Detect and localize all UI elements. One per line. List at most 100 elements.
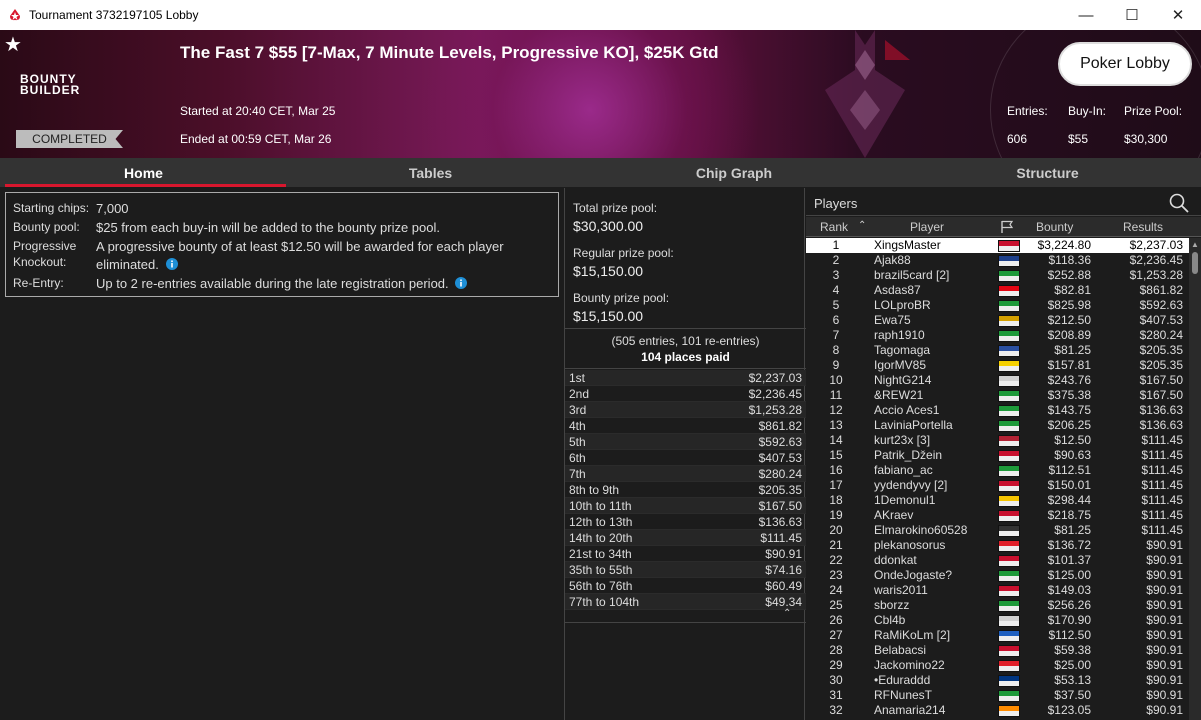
player-result: $111.45 [1141,508,1183,522]
info-icon[interactable] [455,277,468,289]
tab-tables[interactable]: Tables [287,158,574,188]
player-row[interactable]: 13 LaviniaPortella $206.25 $136.63 [806,418,1190,433]
player-rank: 16 [829,463,843,477]
player-row[interactable]: 29 Jackomino22 $25.00 $90.91 [806,658,1190,673]
player-name: Cbl4b [874,613,906,627]
player-rank: 1 [832,238,840,252]
player-row[interactable]: 18 1Demonul1 $298.44 $111.45 [806,493,1190,508]
payout-row: 2nd $2,236.45 [565,386,806,402]
payout-place: 21st to 34th [569,547,632,561]
bounty-column-header[interactable]: Bounty [1036,220,1073,234]
player-bounty: $170.90 [1047,613,1091,627]
player-row[interactable]: 8 Tagomaga $81.25 $205.35 [806,343,1190,358]
player-row[interactable]: 27 RaMiKoLm [2] $112.50 $90.91 [806,628,1190,643]
search-icon[interactable] [1168,192,1190,214]
player-row[interactable]: 19 AKraev $218.75 $111.45 [806,508,1190,523]
player-bounty: $208.89 [1047,328,1091,342]
player-bounty: $112.51 [1048,463,1092,477]
player-row[interactable]: 10 NightG214 $243.76 $167.50 [806,373,1190,388]
poker-lobby-button[interactable]: Poker Lobby [1058,42,1192,86]
player-row[interactable]: 1 XingsMaster $3,224.80 $2,237.03 [806,238,1190,253]
player-row[interactable]: 5 LOLproBR $825.98 $592.63 [806,298,1190,313]
player-result: $90.91 [1146,553,1183,567]
flag-column-header-icon[interactable] [1000,220,1014,236]
player-row[interactable]: 24 waris2011 $149.03 $90.91 [806,583,1190,598]
payout-amount: $167.50 [758,499,802,513]
sort-ascending-icon[interactable]: ⌃ [858,220,866,231]
player-row[interactable]: 3 brazil5card [2] $252.88 $1,253.28 [806,268,1190,283]
country-flag-icon [998,270,1020,282]
player-row[interactable]: 31 RFNunesT $37.50 $90.91 [806,688,1190,703]
maximize-button[interactable]: ☐ [1109,0,1155,30]
payout-amount: $407.53 [758,451,802,465]
player-row[interactable]: 20 Elmarokino60528 $81.25 $111.45 [806,523,1190,538]
country-flag-icon [998,540,1020,552]
player-row[interactable]: 11 &REW21 $375.38 $167.50 [806,388,1190,403]
player-name: &REW21 [874,388,924,402]
player-row[interactable]: 14 kurt23x [3] $12.50 $111.45 [806,433,1190,448]
results-column-header[interactable]: Results [1123,220,1163,234]
player-row[interactable]: 16 fabiano_ac $112.51 $111.45 [806,463,1190,478]
minimize-button[interactable]: — [1063,0,1109,30]
player-column-header[interactable]: Player [910,220,944,234]
info-icon[interactable] [165,258,178,270]
country-flag-icon [998,645,1020,657]
player-row[interactable]: 28 Belabacsi $59.38 $90.91 [806,643,1190,658]
player-result: $111.45 [1141,523,1183,537]
player-bounty: $218.75 [1047,508,1091,522]
players-scrollbar[interactable]: ▲ [1189,238,1201,720]
payout-place: 10th to 11th [569,499,632,513]
player-bounty: $375.38 [1047,388,1091,402]
player-bounty: $150.01 [1047,478,1091,492]
player-row[interactable]: 23 OndeJogaste? $125.00 $90.91 [806,568,1190,583]
scrollbar-thumb[interactable] [1192,252,1198,274]
tab-structure[interactable]: Structure [894,158,1201,188]
player-row[interactable]: 6 Ewa75 $212.50 $407.53 [806,313,1190,328]
chevron-up-icon[interactable]: ⌃ [783,608,791,619]
player-row[interactable]: 9 IgorMV85 $157.81 $205.35 [806,358,1190,373]
player-row[interactable]: 26 Cbl4b $170.90 $90.91 [806,613,1190,628]
player-name: LaviniaPortella [874,418,953,432]
rank-column-header[interactable]: Rank [820,220,848,234]
player-row[interactable]: 30 •Eduraddd $53.13 $90.91 [806,673,1190,688]
payout-amount: $74.16 [765,563,802,577]
player-row[interactable]: 17 yydendyvy [2] $150.01 $111.45 [806,478,1190,493]
payout-amount: $1,253.28 [748,403,802,417]
tab-chip-graph[interactable]: Chip Graph [574,158,894,188]
payout-row: 56th to 76th $60.49 [565,578,806,594]
player-row[interactable]: 2 Ajak88 $118.36 $2,236.45 [806,253,1190,268]
player-result: $2,236.45 [1129,253,1183,267]
player-bounty: $157.81 [1047,358,1091,372]
player-row[interactable]: 15 Patrik_Džein $90.63 $111.45 [806,448,1190,463]
player-bounty: $12.50 [1054,433,1091,447]
country-flag-icon [998,255,1020,267]
payout-amount: $861.82 [758,419,802,433]
bounty-pool-label: Bounty pool: [13,220,80,234]
country-flag-icon [998,495,1020,507]
scroll-up-arrow-icon[interactable]: ▲ [1191,240,1199,249]
player-rank: 28 [829,643,843,657]
player-row[interactable]: 22 ddonkat $101.37 $90.91 [806,553,1190,568]
player-bounty: $81.25 [1054,523,1091,537]
player-result: $111.45 [1141,463,1183,477]
player-rank: 18 [829,493,843,507]
player-row[interactable]: 25 sborzz $256.26 $90.91 [806,598,1190,613]
player-name: sborzz [874,598,910,612]
player-rank: 15 [829,448,843,462]
favorite-star-icon[interactable]: ★ [4,32,22,57]
player-result: $90.91 [1146,538,1183,552]
player-bounty: $101.37 [1047,553,1091,567]
player-result: $90.91 [1146,658,1183,672]
player-row[interactable]: 32 Anamaria214 $123.05 $90.91 [806,703,1190,718]
player-row[interactable]: 7 raph1910 $208.89 $280.24 [806,328,1190,343]
player-bounty: $123.05 [1047,703,1091,717]
player-bounty: $118.36 [1048,253,1092,267]
player-bounty: $149.03 [1047,583,1091,597]
payout-row: 12th to 13th $136.63 [565,514,806,530]
player-bounty: $206.25 [1047,418,1091,432]
close-button[interactable]: ✕ [1155,0,1201,30]
player-row[interactable]: 12 Accio Aces1 $143.75 $136.63 [806,403,1190,418]
player-row[interactable]: 21 plekanosorus $136.72 $90.91 [806,538,1190,553]
player-bounty: $256.26 [1047,598,1091,612]
player-row[interactable]: 4 Asdas87 $82.81 $861.82 [806,283,1190,298]
